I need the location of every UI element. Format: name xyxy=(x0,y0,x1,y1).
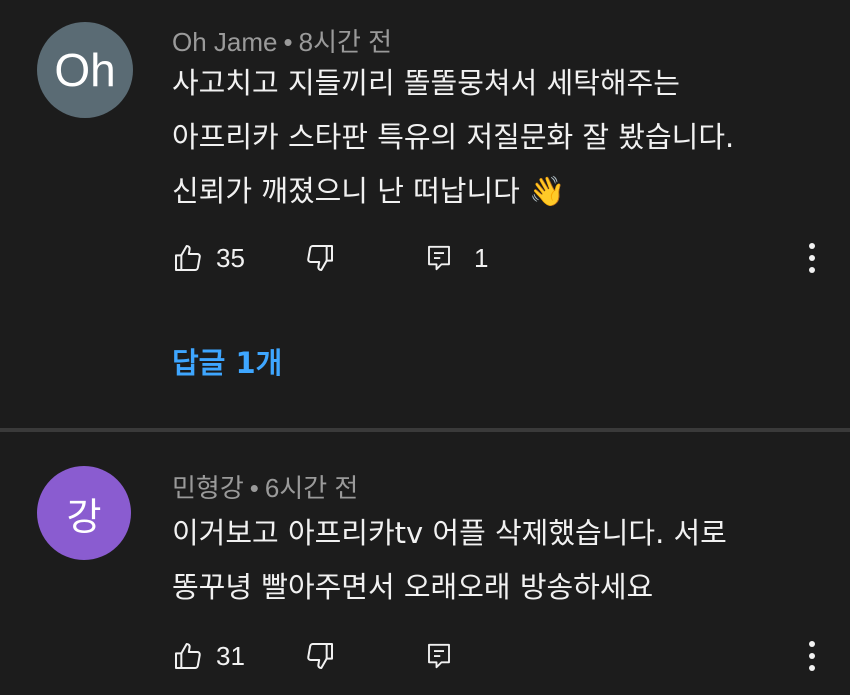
reply-button[interactable]: 1 xyxy=(424,236,488,280)
comment-reply-icon xyxy=(424,242,454,274)
thumbs-down-icon xyxy=(304,640,336,672)
comment-time[interactable]: 8시간 전 xyxy=(299,27,392,57)
like-count: 35 xyxy=(216,242,245,273)
meta-separator: • xyxy=(283,27,293,57)
thumbs-up-icon xyxy=(172,242,204,274)
dislike-button[interactable] xyxy=(304,634,336,678)
avatar-initials: Oh xyxy=(54,44,116,96)
view-replies-link[interactable]: 답글 1개 xyxy=(172,340,282,382)
more-vertical-icon xyxy=(807,241,817,275)
more-options-button[interactable] xyxy=(800,236,824,280)
like-count: 31 xyxy=(216,640,245,671)
like-button[interactable]: 31 xyxy=(172,634,245,678)
comment-text: 사고치고 지들끼리 똘똘뭉쳐서 세탁해주는 아프리카 스타판 특유의 저질문화 … xyxy=(172,56,734,218)
comment-actions: 35 1 xyxy=(172,236,832,280)
like-button[interactable]: 35 xyxy=(172,236,245,280)
comment-item: 강 민형강 • 6시간 전 이거보고 아프리카tv 어플 삭제했습니다. 서로 똥꾸… xyxy=(0,432,850,695)
avatar-initials: 강 xyxy=(66,494,102,539)
comment-meta: Oh Jame • 8시간 전 xyxy=(172,22,392,59)
comment-line: 아프리카 스타판 특유의 저질문화 잘 봤습니다. xyxy=(172,120,735,154)
meta-separator: • xyxy=(249,473,259,503)
comment-line: 똥꾸녕 빨아주면서 오래오래 방송하세요 xyxy=(172,570,654,604)
comment-reply-icon xyxy=(424,640,454,672)
author-name[interactable]: Oh Jame xyxy=(172,27,278,57)
author-name[interactable]: 민형강 xyxy=(172,473,244,503)
more-vertical-icon xyxy=(807,639,817,673)
thumbs-down-icon xyxy=(304,242,336,274)
comment-meta: 민형강 • 6시간 전 xyxy=(172,468,358,505)
avatar[interactable]: Oh xyxy=(37,22,133,118)
avatar[interactable]: 강 xyxy=(37,466,131,560)
comment-line: 신뢰가 깨졌으니 난 떠납니다 👋 xyxy=(172,174,566,208)
more-options-button[interactable] xyxy=(800,634,824,678)
comment-item: Oh Oh Jame • 8시간 전 사고치고 지들끼리 똘똘뭉쳐서 세탁해주는 아… xyxy=(0,0,850,428)
reply-count: 1 xyxy=(474,242,489,273)
reply-button[interactable] xyxy=(424,634,454,678)
thumbs-up-icon xyxy=(172,640,204,672)
comment-actions: 31 xyxy=(172,634,832,678)
dislike-button[interactable] xyxy=(304,236,336,280)
comment-text: 이거보고 아프리카tv 어플 삭제했습니다. 서로 똥꾸녕 빨아주면서 오래오래… xyxy=(172,506,727,614)
comment-line: 이거보고 아프리카tv 어플 삭제했습니다. 서로 xyxy=(172,516,727,550)
comment-line: 사고치고 지들끼리 똘똘뭉쳐서 세탁해주는 xyxy=(172,66,680,100)
comment-time[interactable]: 6시간 전 xyxy=(265,473,358,503)
